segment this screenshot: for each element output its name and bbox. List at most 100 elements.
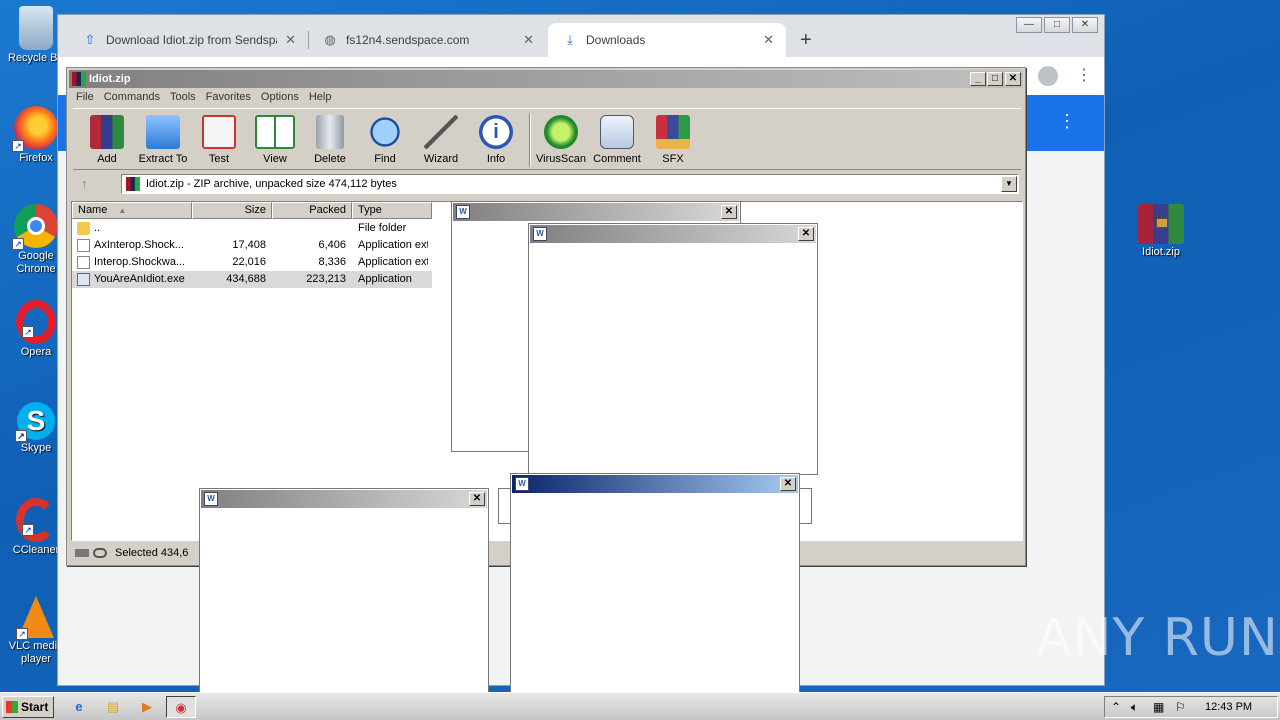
popup-title-bar[interactable]: W ✕ <box>512 475 798 493</box>
test-button[interactable]: Test <box>191 115 247 165</box>
file-row[interactable]: Interop.Shockwa... 22,016 8,336 Applicat… <box>72 254 432 271</box>
action-center-flag-icon[interactable]: ⚐ <box>1175 700 1186 714</box>
view-button[interactable]: View <box>247 115 303 165</box>
chevron-down-icon[interactable]: ▼ <box>1001 176 1017 192</box>
file-packed: 8,336 <box>318 256 346 268</box>
delete-label: Delete <box>314 153 346 165</box>
explorer-taskbar-icon[interactable]: ▤ <box>98 696 128 718</box>
magic-wand-icon <box>424 115 458 149</box>
ie-taskbar-icon[interactable]: e <box>64 696 94 718</box>
clock[interactable]: 12:43 PM <box>1205 701 1252 713</box>
minimize-button[interactable]: _ <box>970 72 986 86</box>
close-button[interactable]: ✕ <box>798 227 814 241</box>
magnifier-icon <box>368 115 402 149</box>
network-icon[interactable]: ▦ <box>1153 700 1164 714</box>
popup-window[interactable]: W ✕ <box>199 488 489 720</box>
column-label: Packed <box>309 204 346 216</box>
column-header-packed[interactable]: Packed <box>272 202 352 219</box>
folder-icon <box>146 115 180 149</box>
globe-icon: ◍ <box>324 32 336 47</box>
winrar-logo-icon <box>72 72 86 86</box>
column-header-type[interactable]: Type <box>352 202 432 219</box>
file-row[interactable]: .. File folder <box>72 220 432 237</box>
tab-title: fs12n4.sendspace.com <box>346 33 470 47</box>
close-button[interactable]: ✕ <box>1072 17 1098 33</box>
info-icon: i <box>479 115 513 149</box>
new-tab-button[interactable]: + <box>800 29 812 52</box>
address-bar: ↑ Idiot.zip - ZIP archive, unpacked size… <box>73 173 1021 195</box>
close-icon[interactable]: ✕ <box>523 32 534 48</box>
desktop-icon-label: Recycle Bin <box>8 52 64 64</box>
downloads-menu-icon[interactable]: ⋮ <box>1058 111 1076 132</box>
volume-icon[interactable]: 🔈︎ <box>1131 700 1138 715</box>
file-name: YouAreAnIdiot.exe <box>94 273 185 285</box>
column-header-size[interactable]: Size <box>192 202 272 219</box>
up-arrow-icon[interactable]: ↑ <box>81 176 88 191</box>
drive-icon <box>75 549 89 557</box>
archive-path-combobox[interactable]: Idiot.zip - ZIP archive, unpacked size 4… <box>121 174 1019 194</box>
chrome-taskbar-icon[interactable]: ◉ <box>166 696 196 718</box>
column-label: Type <box>358 204 382 216</box>
column-header-name[interactable]: Name ▲ <box>72 202 192 219</box>
file-type: File folder <box>358 222 407 234</box>
wizard-button[interactable]: Wizard <box>413 115 469 165</box>
winrar-toolbar: Add Extract To Test View Delete Find Wiz… <box>73 108 1021 170</box>
file-row-selected[interactable]: YouAreAnIdiot.exe 434,688 223,213 Applic… <box>72 271 432 288</box>
tab-sendspace-download[interactable]: ⇧ Download Idiot.zip from Sendspace.c ✕ <box>68 23 308 57</box>
add-button[interactable]: Add <box>79 115 135 165</box>
maximize-button[interactable]: □ <box>1044 17 1070 33</box>
virusscan-button[interactable]: VirusScan <box>533 115 589 165</box>
toolbar-separator <box>529 113 531 167</box>
menu-help[interactable]: Help <box>306 91 339 107</box>
popup-title-bar[interactable]: W ✕ <box>453 203 739 221</box>
profile-avatar-icon[interactable] <box>1038 66 1058 86</box>
file-size: 22,016 <box>232 256 266 268</box>
shortcut-arrow-icon: ↗ <box>22 326 34 338</box>
find-button[interactable]: Find <box>357 115 413 165</box>
file-row[interactable]: AxInterop.Shock... 17,408 6,406 Applicat… <box>72 237 432 254</box>
popup-window-active[interactable]: W ✕ <box>510 473 800 720</box>
start-label: Start <box>21 700 49 714</box>
start-button[interactable]: Start <box>2 696 54 718</box>
close-icon[interactable]: ✕ <box>285 32 296 48</box>
window-caption-buttons: — □ ✕ <box>1016 17 1098 33</box>
tab-downloads[interactable]: ⤓ Downloads ✕ <box>548 23 786 57</box>
tab-fs12n4[interactable]: ◍ fs12n4.sendspace.com ✕ <box>308 23 546 57</box>
delete-button[interactable]: Delete <box>302 115 358 165</box>
exe-file-icon <box>77 273 90 286</box>
menu-options[interactable]: Options <box>258 91 306 107</box>
dll-file-icon <box>77 256 90 269</box>
idiot-zip-desktop-icon[interactable]: Idiot.zip <box>1125 204 1197 259</box>
anyrun-watermark: ANY RUN <box>1036 608 1279 668</box>
extract-to-button[interactable]: Extract To <box>135 115 191 165</box>
close-icon[interactable]: ✕ <box>763 32 774 48</box>
word-document-icon: W <box>515 477 529 491</box>
sfx-box-icon <box>656 115 690 149</box>
file-name: AxInterop.Shock... <box>94 239 184 251</box>
close-button[interactable]: ✕ <box>780 477 796 491</box>
menu-commands[interactable]: Commands <box>101 91 167 107</box>
close-button[interactable]: ✕ <box>469 492 485 506</box>
menu-tools[interactable]: Tools <box>167 91 203 107</box>
maximize-button[interactable]: □ <box>987 72 1003 86</box>
menu-file[interactable]: File <box>73 91 101 107</box>
test-label: Test <box>208 153 230 165</box>
shortcut-arrow-icon: ↗ <box>22 524 34 536</box>
sfx-button[interactable]: SFX <box>645 115 701 165</box>
comment-button[interactable]: Comment <box>589 115 645 165</box>
menu-favorites[interactable]: Favorites <box>203 91 258 107</box>
word-document-icon: W <box>456 205 470 219</box>
show-hidden-icons-icon[interactable]: ⌃ <box>1111 700 1121 714</box>
add-label: Add <box>97 153 117 165</box>
popup-window[interactable]: W ✕ <box>528 223 818 475</box>
minimize-button[interactable]: — <box>1016 17 1042 33</box>
winrar-title-bar[interactable]: Idiot.zip _ □ ✕ <box>69 70 1023 88</box>
popup-title-bar[interactable]: W ✕ <box>530 225 816 243</box>
popup-title-bar[interactable]: W ✕ <box>201 490 487 508</box>
close-button[interactable]: ✕ <box>1005 72 1021 86</box>
info-button[interactable]: i Info <box>468 115 524 165</box>
more-menu-icon[interactable]: ⋮ <box>1076 65 1092 85</box>
dll-file-icon <box>77 239 90 252</box>
media-player-taskbar-icon[interactable]: ▶ <box>132 696 162 718</box>
close-button[interactable]: ✕ <box>721 205 737 219</box>
